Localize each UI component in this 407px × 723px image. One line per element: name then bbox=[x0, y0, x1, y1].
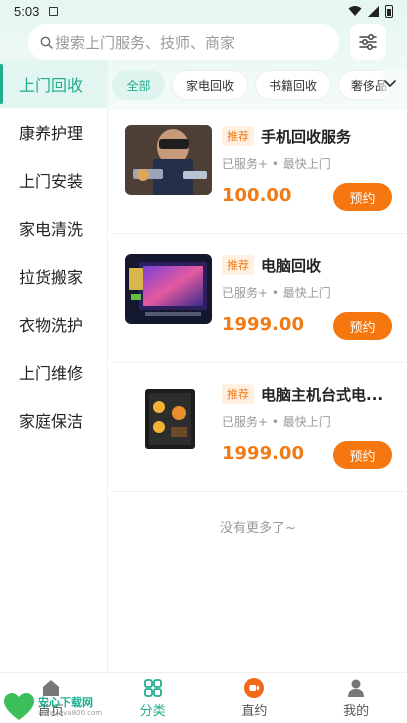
chip-book-recycle[interactable]: 书籍回收 bbox=[255, 70, 331, 100]
user-icon bbox=[348, 679, 365, 697]
nav-mine[interactable]: 我的 bbox=[305, 673, 407, 723]
status-time: 5:03 bbox=[14, 3, 40, 19]
wifi-icon bbox=[348, 6, 362, 16]
book-button[interactable]: 预约 bbox=[333, 441, 392, 469]
watermark: 安心下载网 www.jnva800.com bbox=[2, 690, 112, 723]
expand-chips-button[interactable] bbox=[380, 74, 400, 94]
sidebar-item-appliance-cleaning[interactable]: 家电清洗 bbox=[0, 204, 107, 252]
filter-button[interactable] bbox=[350, 24, 386, 60]
nav-category[interactable]: 分类 bbox=[102, 673, 204, 723]
product-list: 推荐 手机回收服务 已服务+ • 最快上门 100.00 预约 推荐 电脑回收 … bbox=[109, 105, 407, 492]
product-card[interactable]: 推荐 电脑主机台式电... 已服务+ • 最快上门 1999.00 预约 bbox=[109, 363, 407, 492]
sidebar-item-care[interactable]: 康养护理 bbox=[0, 108, 107, 156]
sidebar-item-label: 上门维修 bbox=[19, 364, 84, 383]
signal-icon bbox=[368, 5, 379, 17]
product-title: 电脑主机台式电... bbox=[261, 386, 384, 404]
grid-icon bbox=[143, 678, 162, 697]
product-image-phone-recycle bbox=[125, 125, 212, 195]
notification-icon bbox=[49, 6, 59, 16]
book-button[interactable]: 预约 bbox=[333, 183, 392, 211]
sidebar-item-label: 拉货搬家 bbox=[19, 268, 84, 287]
sidebar-item-label: 衣物洗护 bbox=[19, 316, 84, 335]
sidebar-item-recycle[interactable]: 上门回收 bbox=[0, 60, 107, 108]
chevron-down-icon bbox=[384, 80, 396, 87]
status-icons bbox=[348, 4, 393, 18]
product-title: 手机回收服务 bbox=[261, 128, 352, 146]
product-image-computer-recycle bbox=[125, 254, 212, 324]
product-title: 电脑回收 bbox=[261, 257, 322, 275]
nav-live[interactable]: 直约 bbox=[204, 673, 306, 723]
chip-appliance-recycle[interactable]: 家电回收 bbox=[172, 70, 248, 100]
watermark-url: www.jnva800.com bbox=[38, 708, 103, 717]
nav-label: 分类 bbox=[139, 703, 166, 719]
sliders-icon bbox=[359, 34, 377, 50]
product-subtitle: 已服务+ • 最快上门 bbox=[222, 286, 331, 300]
product-card[interactable]: 推荐 手机回收服务 已服务+ • 最快上门 100.00 预约 bbox=[109, 105, 407, 234]
search-placeholder: 搜索上门服务、技师、商家 bbox=[55, 33, 236, 52]
product-price: 100.00 bbox=[222, 185, 292, 206]
sidebar-item-repair[interactable]: 上门维修 bbox=[0, 348, 107, 396]
product-price: 1999.00 bbox=[222, 314, 304, 335]
search-icon bbox=[40, 36, 53, 49]
video-icon bbox=[244, 677, 265, 698]
sidebar-item-label: 康养护理 bbox=[19, 124, 84, 143]
sidebar-item-label: 上门安装 bbox=[19, 172, 84, 191]
chip-all[interactable]: 全部 bbox=[112, 70, 165, 100]
product-price: 1999.00 bbox=[222, 443, 304, 464]
sidebar-item-cleaning[interactable]: 家庭保洁 bbox=[0, 396, 107, 444]
heart-logo-icon bbox=[4, 692, 34, 720]
nav-label: 直约 bbox=[241, 703, 268, 719]
sidebar-item-label: 家电清洗 bbox=[19, 220, 84, 239]
watermark-title: 安心下载网 bbox=[38, 695, 93, 709]
book-button[interactable]: 预约 bbox=[333, 312, 392, 340]
product-image-desktop-pc bbox=[125, 383, 212, 453]
sidebar-item-label: 上门回收 bbox=[19, 76, 84, 95]
recommend-badge: 推荐 bbox=[222, 384, 254, 404]
sidebar-item-laundry[interactable]: 衣物洗护 bbox=[0, 300, 107, 348]
category-sidebar: 上门回收 康养护理 上门安装 家电清洗 拉货搬家 衣物洗护 上门维修 家庭保洁 bbox=[0, 60, 108, 672]
product-subtitle: 已服务+ • 最快上门 bbox=[222, 157, 331, 171]
nav-label: 我的 bbox=[343, 703, 370, 719]
product-card[interactable]: 推荐 电脑回收 已服务+ • 最快上门 1999.00 预约 bbox=[109, 234, 407, 363]
list-end-text: 没有更多了~ bbox=[220, 521, 296, 536]
recommend-badge: 推荐 bbox=[222, 255, 254, 275]
battery-icon bbox=[385, 4, 393, 18]
sidebar-item-moving[interactable]: 拉货搬家 bbox=[0, 252, 107, 300]
category-chips: 全部 家电回收 书籍回收 奢侈品 bbox=[112, 69, 407, 101]
product-subtitle: 已服务+ • 最快上门 bbox=[222, 415, 331, 429]
recommend-badge: 推荐 bbox=[222, 126, 254, 146]
status-bar: 5:03 bbox=[0, 0, 407, 22]
search-input[interactable]: 搜索上门服务、技师、商家 bbox=[28, 24, 339, 60]
sidebar-item-install[interactable]: 上门安装 bbox=[0, 156, 107, 204]
sidebar-item-label: 家庭保洁 bbox=[19, 412, 84, 431]
